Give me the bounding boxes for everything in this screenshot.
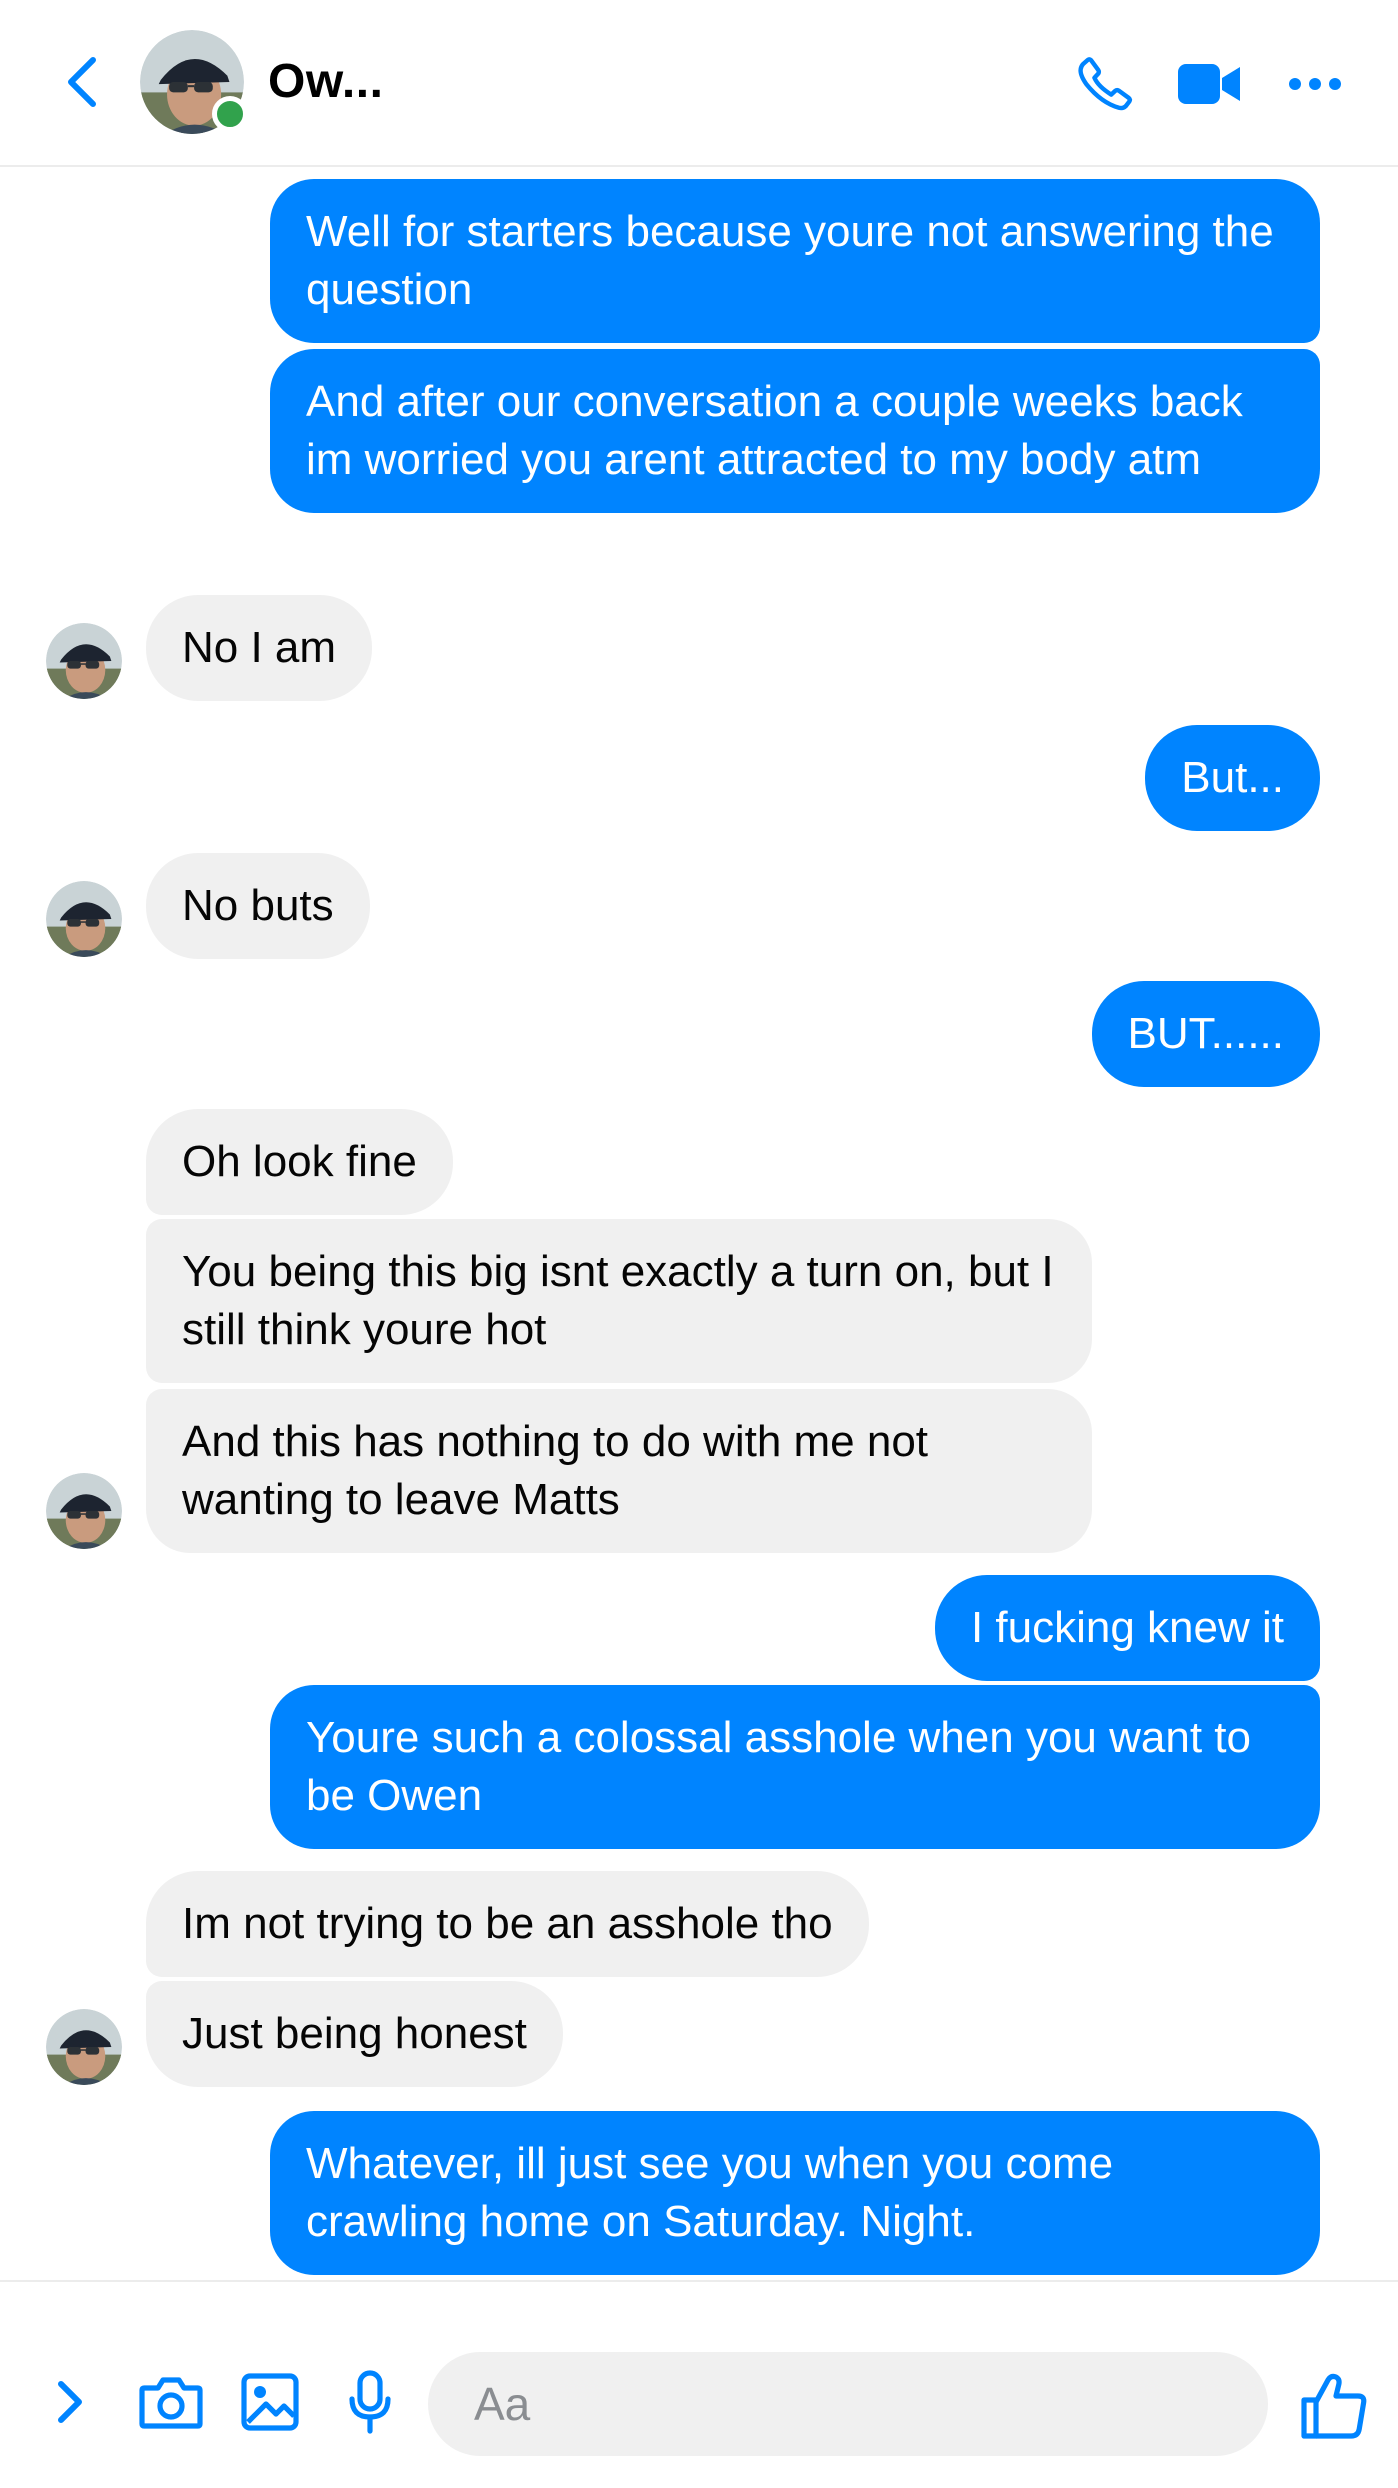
more-dots-icon bbox=[1289, 78, 1341, 90]
gallery-icon bbox=[241, 2373, 299, 2431]
incoming-message[interactable]: Im not trying to be an asshole tho bbox=[146, 1871, 869, 1977]
camera-icon bbox=[139, 2377, 203, 2429]
phone-icon bbox=[1078, 57, 1133, 111]
outgoing-message[interactable]: I fucking knew it bbox=[934, 1575, 1320, 1681]
contact-avatar[interactable] bbox=[140, 30, 248, 134]
outgoing-message[interactable]: Whatever, ill just see you when you come… bbox=[270, 2111, 1320, 2275]
outgoing-message[interactable]: BUT...... bbox=[1091, 981, 1320, 1087]
thumbs-up-icon bbox=[1301, 2373, 1367, 2439]
online-status-dot bbox=[212, 96, 248, 132]
microphone-icon bbox=[349, 2370, 391, 2434]
back-button[interactable] bbox=[52, 52, 112, 112]
sender-avatar[interactable] bbox=[46, 623, 122, 699]
incoming-message[interactable]: You being this big isnt exactly a turn o… bbox=[146, 1219, 1092, 1383]
chevron-right-icon bbox=[58, 2381, 82, 2423]
message-composer bbox=[0, 2280, 1398, 2488]
message-list[interactable]: Well for starters because youre not answ… bbox=[0, 167, 1398, 2279]
incoming-message[interactable]: No buts bbox=[146, 853, 370, 959]
outgoing-message[interactable]: But... bbox=[1145, 725, 1320, 831]
sender-avatar[interactable] bbox=[46, 2009, 122, 2085]
gallery-button[interactable] bbox=[230, 2362, 310, 2442]
voice-message-button[interactable] bbox=[330, 2362, 410, 2442]
incoming-message[interactable]: Just being honest bbox=[146, 1981, 563, 2087]
sender-avatar[interactable] bbox=[46, 881, 122, 957]
like-button[interactable] bbox=[1284, 2356, 1384, 2456]
message-input[interactable] bbox=[428, 2352, 1268, 2456]
sender-avatar[interactable] bbox=[46, 1473, 122, 1549]
back-chevron-icon bbox=[68, 57, 96, 107]
more-options-button[interactable] bbox=[1275, 44, 1355, 124]
incoming-message[interactable]: And this has nothing to do with me not w… bbox=[146, 1389, 1092, 1553]
expand-actions-button[interactable] bbox=[30, 2362, 110, 2442]
video-camera-icon bbox=[1178, 64, 1240, 104]
outgoing-message[interactable]: Youre such a colossal asshole when you w… bbox=[270, 1685, 1320, 1849]
outgoing-message[interactable]: Well for starters because youre not answ… bbox=[270, 179, 1320, 343]
voice-call-button[interactable] bbox=[1065, 44, 1145, 124]
video-call-button[interactable] bbox=[1170, 44, 1250, 124]
contact-name[interactable]: Ow... bbox=[268, 52, 383, 112]
chat-header: Ow... bbox=[0, 0, 1398, 167]
camera-button[interactable] bbox=[131, 2362, 211, 2442]
incoming-message[interactable]: No I am bbox=[146, 595, 373, 701]
outgoing-message[interactable]: And after our conversation a couple week… bbox=[270, 349, 1320, 513]
incoming-message[interactable]: Oh look fine bbox=[146, 1109, 453, 1215]
